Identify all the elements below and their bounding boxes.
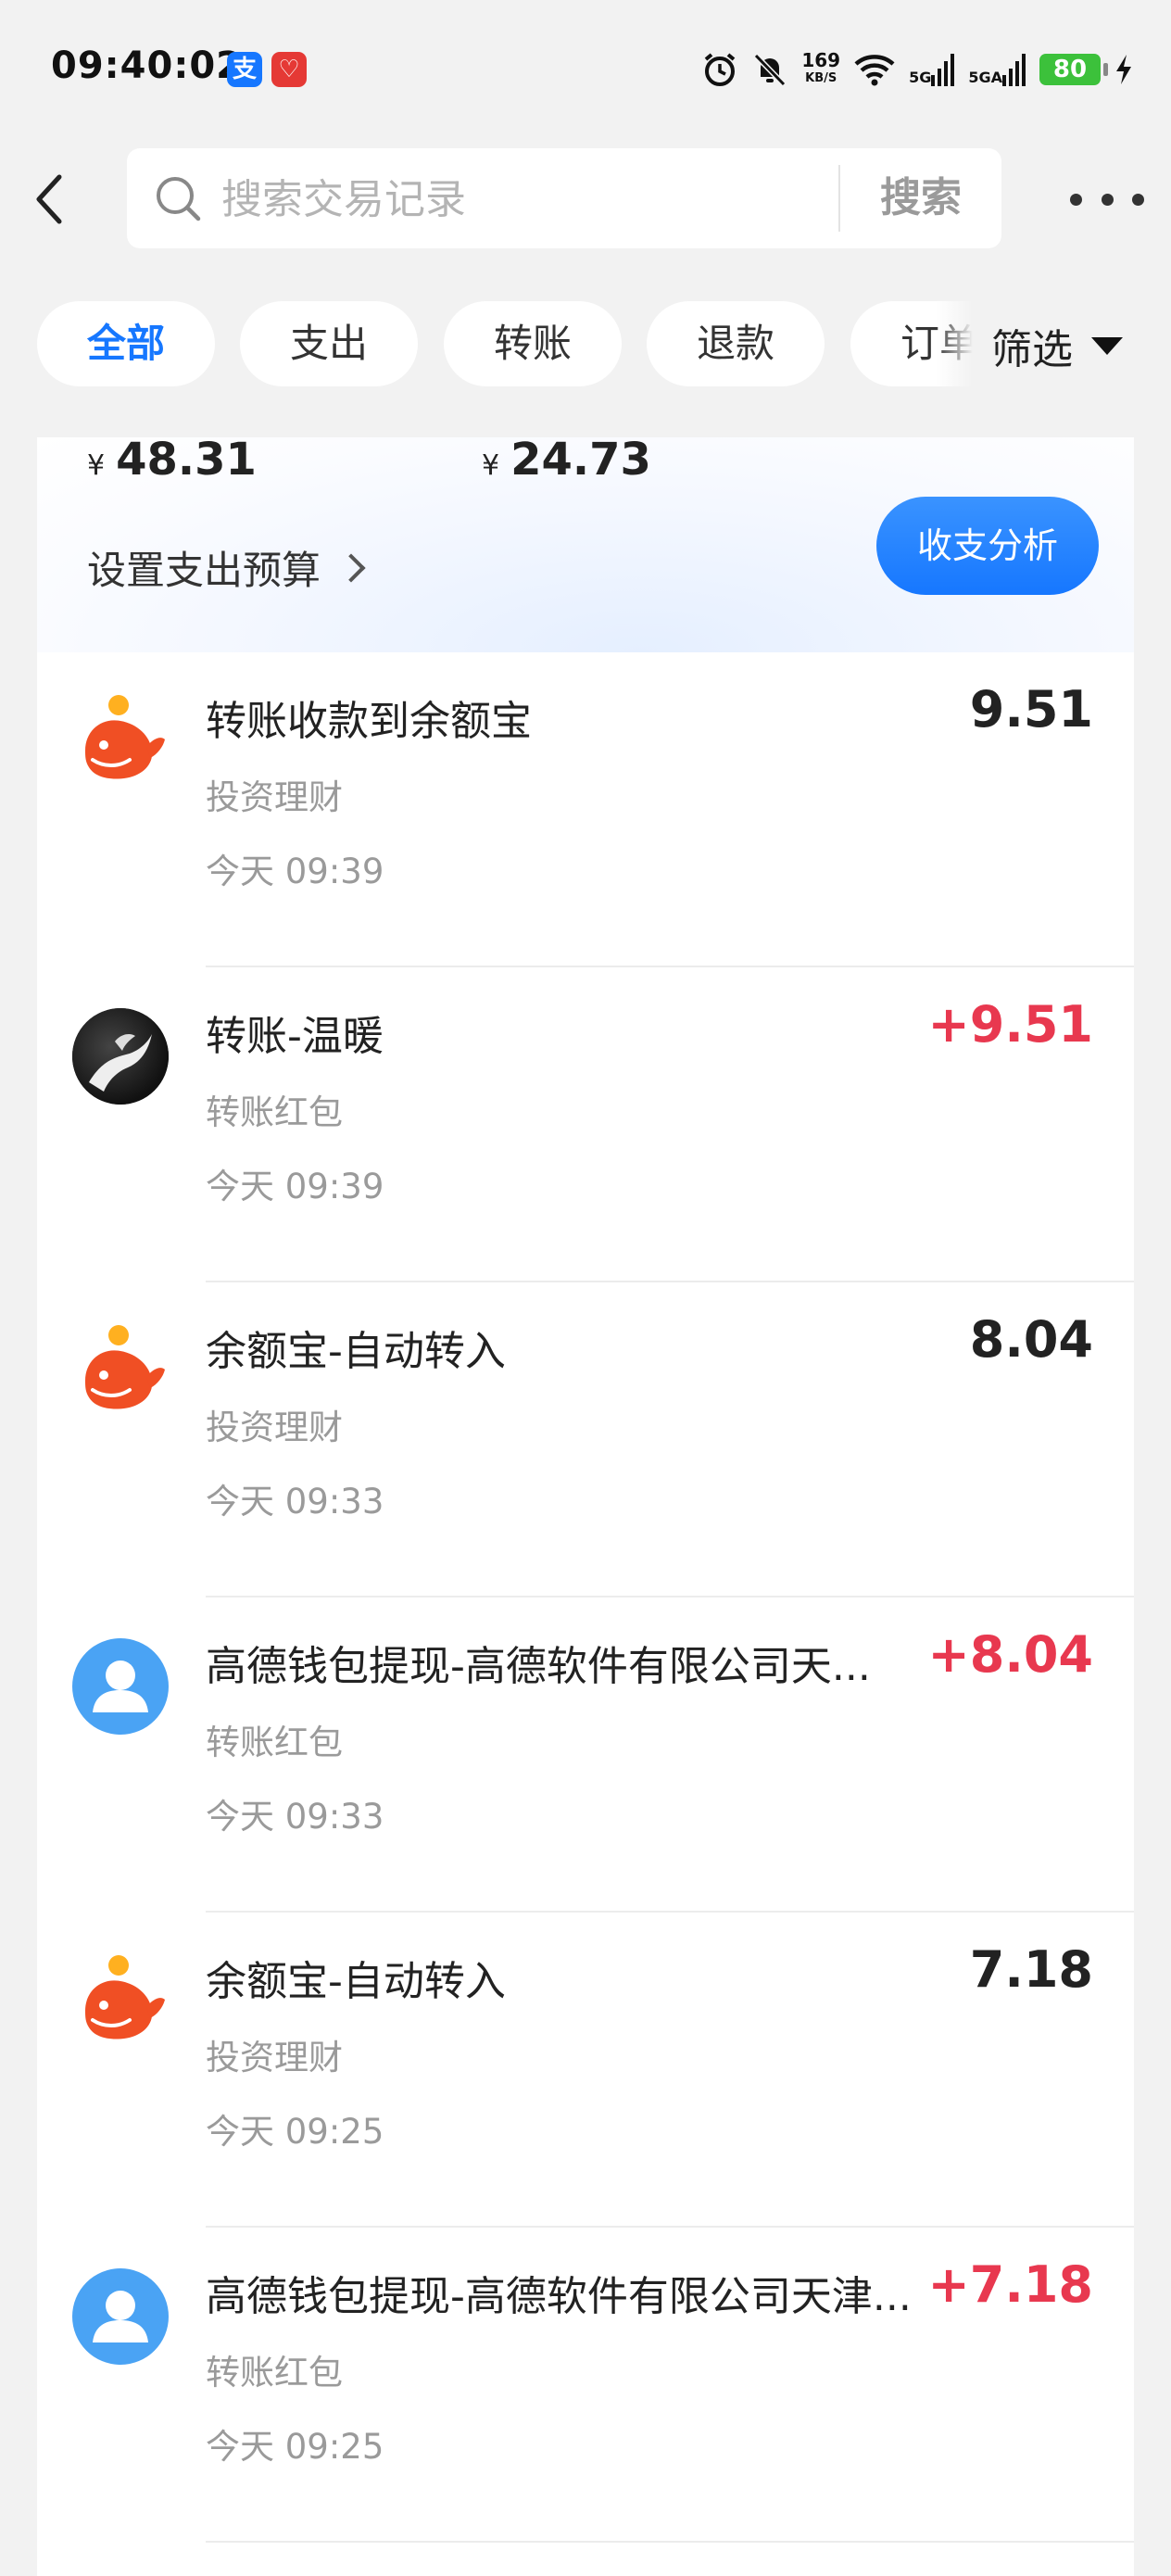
- transaction-row[interactable]: 转账收款到余额宝 投资理财 今天 09:39 9.51: [37, 652, 1134, 967]
- chevron-right-icon: [336, 552, 366, 583]
- transaction-list-card: ¥48.31 ¥24.73 设置支出预算 收支分析 转账收款到余额宝 投资理财 …: [37, 437, 1134, 2576]
- transaction-title: 高德钱包提现-高德软件有限公司天...: [206, 1643, 871, 1690]
- status-bar: 09:40:02 支 ♡ 169 KB/S 5G 5GA 80: [0, 0, 1171, 139]
- more-options-icon[interactable]: [1070, 176, 1144, 222]
- transaction-amount: 9.51: [969, 680, 1093, 739]
- transaction-category: 投资理财: [206, 777, 343, 817]
- yuebao-icon: [72, 1953, 169, 2050]
- chip-expense[interactable]: 支出: [240, 301, 418, 386]
- transaction-amount: 7.18: [969, 1940, 1093, 1999]
- person-icon: [72, 2268, 169, 2365]
- filter-chips: 全部 支出 转账 退款 订单 筛选: [0, 301, 1171, 390]
- wifi-icon: [854, 55, 895, 86]
- yuebao-icon: [72, 1323, 169, 1420]
- chip-fade: [936, 301, 973, 390]
- chip-all[interactable]: 全部: [37, 301, 215, 386]
- search-bar: 搜索: [127, 148, 1001, 248]
- charging-icon: [1116, 55, 1131, 84]
- signal-icon: [931, 54, 955, 86]
- transaction-title: 转账收款到余额宝: [206, 698, 532, 745]
- currency-symbol: ¥: [482, 449, 500, 482]
- transaction-category: 投资理财: [206, 1408, 343, 1447]
- network-speed: 169 KB/S: [801, 51, 840, 88]
- search-button[interactable]: 搜索: [840, 148, 1001, 248]
- back-icon[interactable]: [28, 171, 74, 227]
- yuebao-icon: [72, 693, 169, 789]
- transaction-time: 今天 09:39: [206, 852, 384, 891]
- mute-icon: [754, 53, 787, 87]
- currency-symbol: ¥: [87, 449, 106, 482]
- signal-icon: [1002, 54, 1026, 86]
- net-speed-value: 169: [801, 49, 841, 71]
- alipay-notification-icon: 支: [227, 52, 262, 87]
- signal-5g: 5G: [909, 53, 955, 86]
- transaction-time: 今天 09:33: [206, 1482, 384, 1522]
- transaction-amount: +9.51: [927, 995, 1093, 1054]
- signal-label-5ga: 5GA: [968, 69, 1002, 86]
- transaction-time: 今天 09:33: [206, 1797, 384, 1837]
- summary-amount: 24.73: [510, 437, 651, 486]
- dot: [1101, 193, 1114, 206]
- set-budget-label: 设置支出预算: [87, 548, 321, 593]
- transaction-category: 转账红包: [206, 1723, 343, 1762]
- transaction-title: 高德钱包提现-高德软件有限公司天津...: [206, 2273, 912, 2320]
- transaction-amount: +8.04: [927, 1625, 1093, 1684]
- transaction-amount: +7.18: [927, 2255, 1093, 2314]
- transaction-title: 余额宝-自动转入: [206, 1958, 506, 2005]
- row-divider: [206, 2541, 1134, 2543]
- filter-button[interactable]: 筛选: [973, 301, 1171, 390]
- filter-label: 筛选: [991, 326, 1073, 373]
- search-input[interactable]: [220, 169, 946, 230]
- transaction-category: 转账红包: [206, 1092, 343, 1132]
- dot: [1070, 193, 1082, 206]
- set-budget-link[interactable]: 设置支出预算: [87, 539, 366, 596]
- transaction-row[interactable]: 高德钱包提现-高德软件有限公司天... 转账红包 今天 09:33 +8.04: [37, 1597, 1134, 1913]
- user-avatar: [72, 1008, 169, 1105]
- caret-down-icon: [1091, 336, 1123, 355]
- transaction-row[interactable]: 余额宝-自动转入 投资理财 今天 09:25 7.18: [37, 1913, 1134, 2228]
- summary-value-left: ¥48.31: [87, 437, 257, 486]
- chip-transfer[interactable]: 转账: [444, 301, 622, 386]
- summary-panel: ¥48.31 ¥24.73 设置支出预算 收支分析: [37, 437, 1134, 652]
- status-time: 09:40:02: [51, 44, 243, 87]
- battery-indicator: 80: [1039, 54, 1108, 85]
- transaction-row[interactable]: 余额宝-自动转入 投资理财 今天 09:33 8.04: [37, 1282, 1134, 1597]
- person-icon: [72, 1638, 169, 1735]
- transaction-title: 转账-温暖: [206, 1013, 384, 1060]
- transaction-row[interactable]: 高德钱包提现-高德软件有限公司天津... 转账红包 今天 09:25 +7.18: [37, 2228, 1134, 2543]
- chip-refund[interactable]: 退款: [647, 301, 825, 386]
- income-expense-analysis-button[interactable]: 收支分析: [876, 497, 1099, 595]
- transaction-time: 今天 09:39: [206, 1167, 384, 1206]
- signal-5ga: 5GA: [968, 53, 1026, 86]
- signal-label-5g: 5G: [909, 69, 932, 86]
- summary-amount: 48.31: [116, 437, 257, 486]
- transaction-title: 余额宝-自动转入: [206, 1328, 506, 1375]
- transaction-category: 投资理财: [206, 2038, 343, 2077]
- summary-value-right: ¥24.73: [482, 437, 651, 486]
- status-icons: 169 KB/S 5G 5GA 80: [701, 46, 1134, 93]
- app-notification-icon: ♡: [271, 52, 307, 87]
- search-icon: [157, 177, 201, 221]
- transaction-category: 转账红包: [206, 2353, 343, 2393]
- transaction-time: 今天 09:25: [206, 2112, 384, 2152]
- transaction-row[interactable]: 转账-温暖 转账红包 今天 09:39 +9.51: [37, 967, 1134, 1282]
- transaction-amount: 8.04: [969, 1310, 1093, 1369]
- dot: [1132, 193, 1144, 206]
- net-speed-unit: KB/S: [805, 71, 837, 85]
- alarm-icon: [705, 53, 736, 86]
- transaction-time: 今天 09:25: [206, 2427, 384, 2467]
